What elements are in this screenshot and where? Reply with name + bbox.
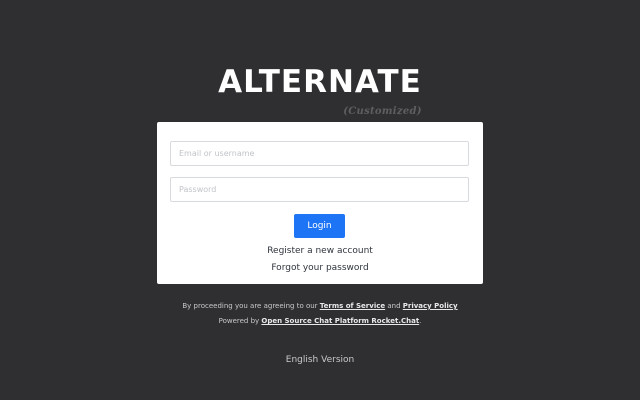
privacy-policy-link[interactable]: Privacy Policy [403, 302, 458, 310]
terms-notice: By proceeding you are agreeing to our Te… [0, 302, 640, 310]
rocket-chat-link[interactable]: Open Source Chat Platform Rocket.Chat [261, 317, 419, 325]
login-card: Login Register a new account Forgot your… [157, 122, 483, 284]
terms-and: and [385, 302, 403, 310]
terms-prefix: By proceeding you are agreeing to our [182, 302, 320, 310]
powered-suffix: . [419, 317, 422, 325]
terms-of-service-link[interactable]: Terms of Service [320, 302, 385, 310]
forgot-password-link[interactable]: Forgot your password [157, 263, 483, 273]
login-button[interactable]: Login [294, 214, 345, 238]
username-input[interactable] [170, 141, 469, 166]
language-switch-link[interactable]: English Version [0, 355, 640, 365]
brand-logo: ALTERNATE (Customized) [218, 62, 422, 117]
powered-by-notice: Powered by Open Source Chat Platform Roc… [0, 317, 640, 325]
logo-area: ALTERNATE (Customized) [0, 62, 640, 117]
register-link[interactable]: Register a new account [157, 246, 483, 256]
password-input[interactable] [170, 177, 469, 202]
powered-prefix: Powered by [218, 317, 262, 325]
